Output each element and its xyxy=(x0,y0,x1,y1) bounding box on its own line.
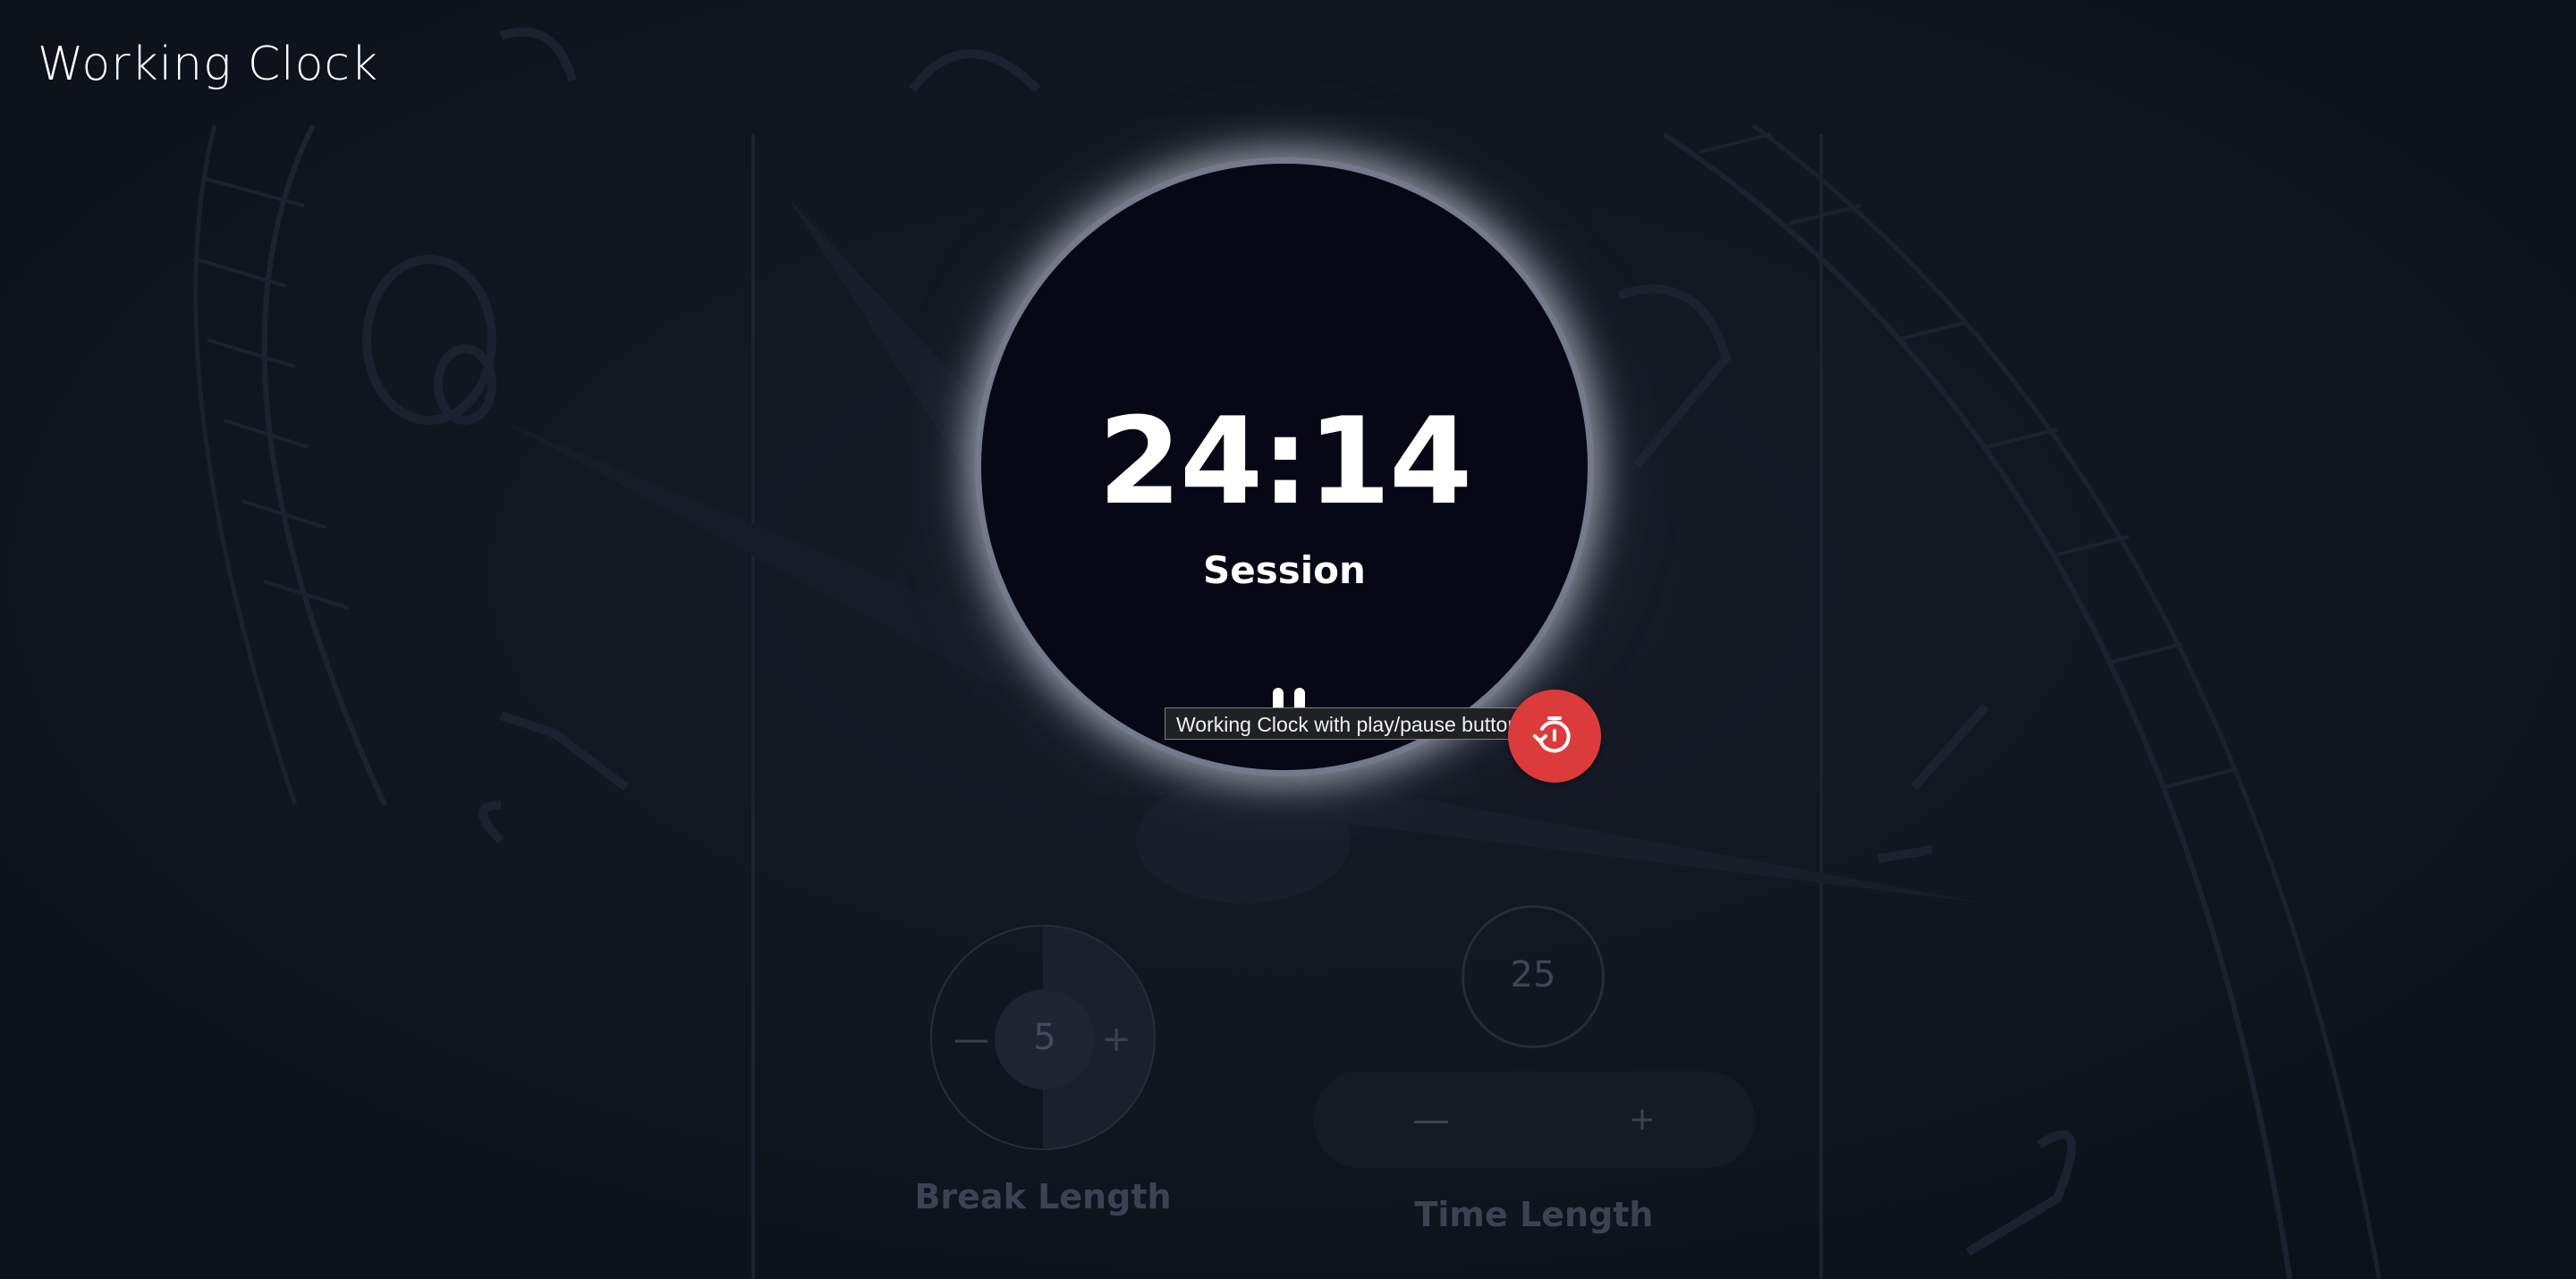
clock-face: 24:14 Session xyxy=(975,157,1594,776)
break-length-value: 5 xyxy=(1033,1017,1056,1058)
time-increment-button[interactable]: + xyxy=(1623,1093,1662,1147)
break-length-label: Break Length xyxy=(914,1177,1172,1216)
app-title: Working Clock xyxy=(38,38,379,91)
break-value-circle: 5 xyxy=(995,989,1095,1089)
stopwatch-reset-icon xyxy=(1533,716,1571,753)
time-length-dial: 25 xyxy=(1462,905,1605,1048)
time-decrement-button[interactable]: — xyxy=(1411,1093,1451,1147)
timer-mode-label: Session xyxy=(1203,548,1366,592)
timer-display: 24:14 xyxy=(1097,392,1473,531)
break-length-dial: — 5 + xyxy=(930,925,1156,1150)
time-length-label: Time Length xyxy=(1414,1195,1654,1234)
reset-timer-button[interactable] xyxy=(1508,690,1601,783)
time-length-stepper: — + xyxy=(1313,1071,1755,1168)
break-increment-button[interactable]: + xyxy=(1098,1012,1134,1066)
time-length-value: 25 xyxy=(1510,954,1556,995)
break-decrement-button[interactable]: — xyxy=(953,1012,989,1066)
play-pause-tooltip: Working Clock with play/pause button xyxy=(1165,707,1531,740)
